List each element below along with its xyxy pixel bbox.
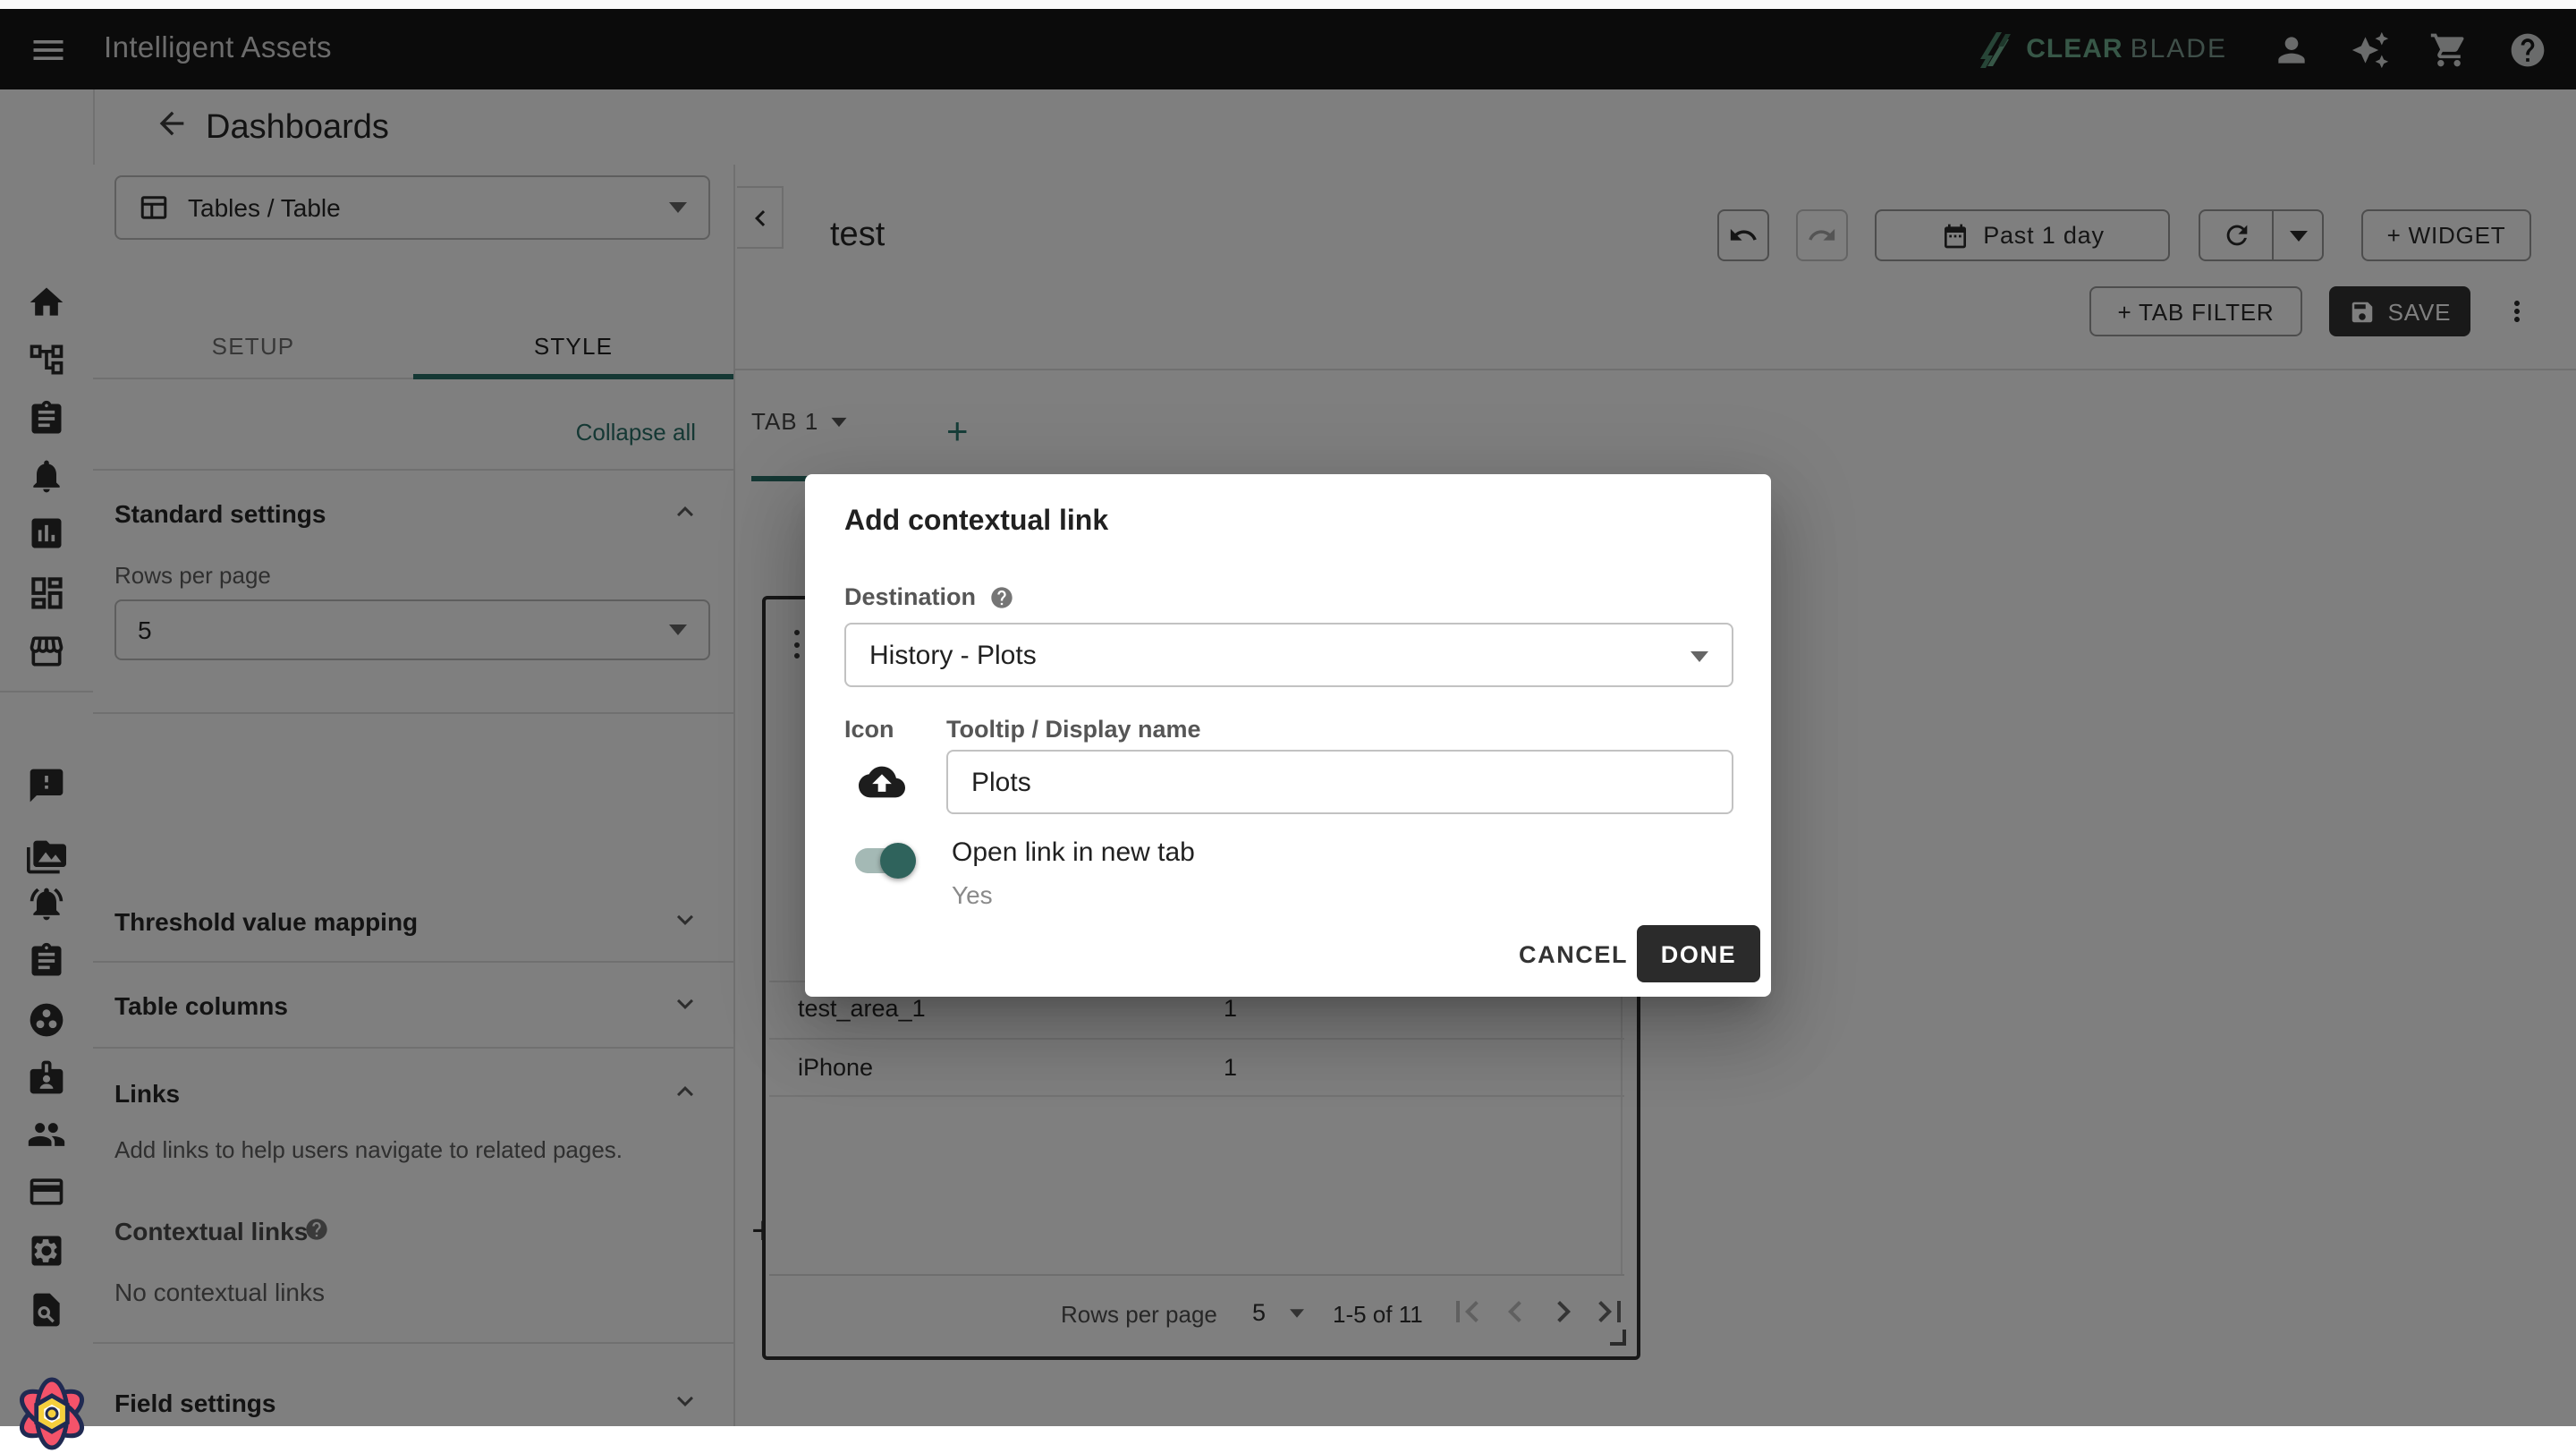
open-new-tab-toggle[interactable] (855, 843, 916, 879)
atom-extension-icon[interactable] (13, 1374, 91, 1453)
toggle-value: Yes (952, 880, 993, 909)
destination-label-row: Destination (844, 583, 1013, 610)
done-button[interactable]: DONE (1637, 925, 1760, 982)
browser-top-strip (0, 0, 2576, 9)
cloud-upload-icon[interactable] (859, 759, 905, 805)
tooltip-column-label: Tooltip / Display name (946, 716, 1201, 743)
chevron-down-icon (1690, 651, 1708, 662)
destination-value: History - Plots (869, 641, 1037, 671)
help-circle-icon[interactable] (988, 584, 1013, 609)
toggle-thumb (880, 843, 916, 879)
toggle-label: Open link in new tab (952, 837, 1195, 868)
app-root: Intelligent Assets CLEARBLADE Dashboards (0, 0, 2576, 1426)
cancel-button[interactable]: CANCEL (1519, 941, 1628, 968)
tooltip-input[interactable]: Plots (946, 750, 1733, 814)
dialog-title: Add contextual link (844, 506, 1108, 539)
tooltip-input-value: Plots (971, 768, 1031, 798)
destination-select[interactable]: History - Plots (844, 623, 1733, 687)
done-label: DONE (1661, 940, 1736, 967)
icon-column-label: Icon (844, 716, 894, 743)
destination-label: Destination (844, 583, 976, 610)
add-contextual-link-dialog: Add contextual link Destination History … (805, 474, 1771, 997)
